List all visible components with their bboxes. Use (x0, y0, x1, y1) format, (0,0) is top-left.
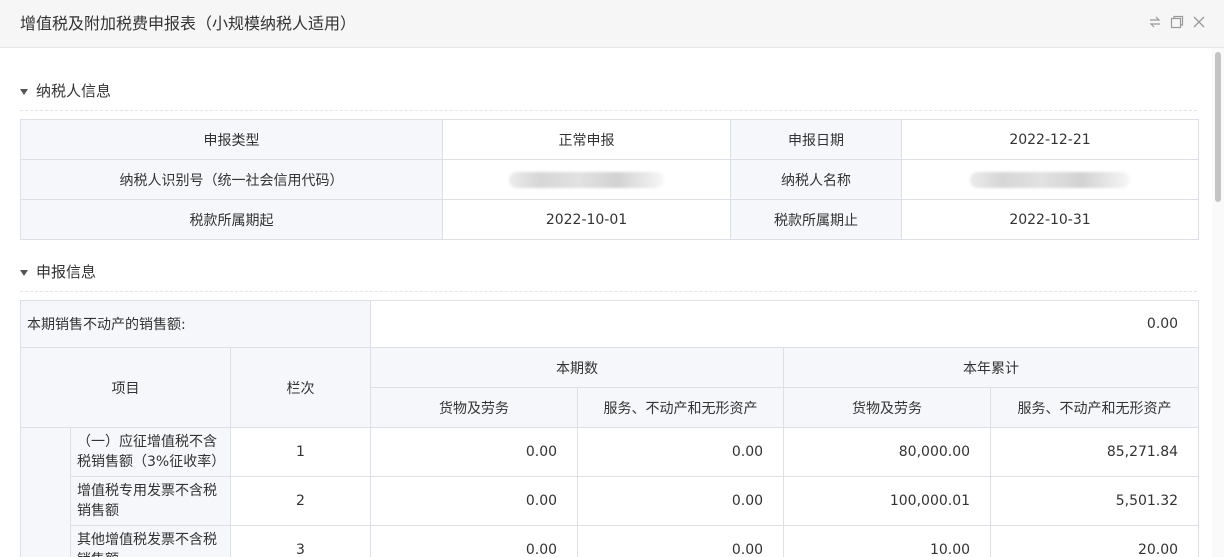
table-header-row: 项目 栏次 本期数 本年累计 (20, 347, 1200, 428)
table-row: 增值税专用发票不含税销售额 2 0.00 0.00 100,000.01 5,5… (21, 476, 1200, 526)
declaration-section-header[interactable]: 申报信息 (20, 262, 1197, 292)
real-estate-sales-label: 本期销售不动产的销售额: (19, 300, 372, 348)
window-title: 增值税及附加税费申报表（小规模纳税人适用） (20, 14, 357, 33)
declaration-date-value: 2022-12-21 (901, 119, 1199, 160)
caret-down-icon (20, 270, 28, 276)
period-end-value: 2022-10-31 (901, 199, 1199, 240)
vertical-scrollbar[interactable] (1212, 48, 1224, 557)
row-no: 3 (229, 525, 372, 557)
caret-down-icon (20, 89, 28, 95)
table-row: 本期销售不动产的销售额: 0.00 (19, 300, 1200, 348)
cur-services-value: 0.00 (577, 476, 785, 526)
maximize-icon[interactable] (1168, 12, 1186, 32)
table-row: 纳税人识别号（统一社会信用代码） 纳税人名称 (20, 159, 1199, 200)
taxpayer-name-value (901, 159, 1199, 200)
period-end-label: 税款所属期止 (730, 199, 902, 240)
year-services-value: 20.00 (990, 525, 1200, 557)
real-estate-sales-value: 0.00 (370, 300, 1200, 348)
table-row: （一）应征增值税不含税销售额（3%征收率） 1 0.00 0.00 80,000… (20, 427, 1200, 557)
taxpayer-section-title: 纳税人信息 (36, 82, 112, 100)
group-cell (20, 427, 71, 557)
declaration-type-value: 正常申报 (442, 119, 731, 160)
row-name: 其他增值税发票不含税销售额 (70, 525, 231, 557)
year-goods-value: 100,000.01 (783, 476, 992, 526)
window-titlebar: 增值税及附加税费申报表（小规模纳税人适用） (0, 0, 1224, 48)
taxpayer-id-label: 纳税人识别号（统一社会信用代码） (20, 159, 443, 200)
cur-goods-value: 0.00 (370, 476, 579, 526)
project-header: 项目 (20, 347, 231, 428)
table-row: 其他增值税发票不含税销售额 3 0.00 0.00 10.00 20.00 (21, 525, 1200, 557)
column-no-header: 栏次 (229, 347, 372, 428)
year-goods-header: 货物及劳务 (783, 387, 992, 428)
period-start-value: 2022-10-01 (442, 199, 731, 240)
taxpayer-section-header[interactable]: 纳税人信息 (20, 81, 1197, 111)
cur-goods-value: 0.00 (370, 525, 579, 557)
declaration-table: 本期销售不动产的销售额: 0.00 项目 栏次 本期数 本年累计 货物及劳务 服… (19, 300, 1200, 557)
year-goods-value: 10.00 (783, 525, 992, 557)
taxpayer-name-label: 纳税人名称 (730, 159, 902, 200)
cur-goods-value: 0.00 (370, 427, 579, 477)
redacted-taxpayer-name (970, 171, 1130, 188)
taxpayer-info-table: 申报类型 正常申报 申报日期 2022-12-21 纳税人识别号（统一社会信用代… (20, 119, 1199, 240)
period-start-label: 税款所属期起 (20, 199, 443, 240)
year-services-header: 服务、不动产和无形资产 (990, 387, 1200, 428)
declaration-date-label: 申报日期 (730, 119, 902, 160)
current-period-header: 本期数 (370, 347, 785, 388)
content-area: 纳税人信息 申报类型 正常申报 申报日期 2022-12-21 纳税人识别号（统… (0, 48, 1212, 557)
declaration-type-label: 申报类型 (20, 119, 443, 160)
year-goods-value: 80,000.00 (783, 427, 992, 477)
year-services-value: 85,271.84 (990, 427, 1200, 477)
year-services-value: 5,501.32 (990, 476, 1200, 526)
restore-icon[interactable] (1146, 12, 1164, 32)
cur-services-value: 0.00 (577, 525, 785, 557)
row-no: 2 (229, 476, 372, 526)
redacted-taxpayer-id (509, 171, 664, 188)
year-total-header: 本年累计 (783, 347, 1200, 388)
window-controls (1146, 12, 1208, 32)
row-name: （一）应征增值税不含税销售额（3%征收率） (70, 427, 231, 477)
table-row: 税款所属期起 2022-10-01 税款所属期止 2022-10-31 (20, 199, 1199, 240)
taxpayer-id-value (442, 159, 731, 200)
close-icon[interactable] (1190, 12, 1208, 32)
scrollbar-thumb[interactable] (1215, 52, 1221, 202)
current-goods-header: 货物及劳务 (370, 387, 579, 428)
row-no: 1 (229, 427, 372, 477)
declaration-section-title: 申报信息 (36, 263, 97, 281)
cur-services-value: 0.00 (577, 427, 785, 477)
table-row: 申报类型 正常申报 申报日期 2022-12-21 (20, 119, 1199, 160)
row-name: 增值税专用发票不含税销售额 (70, 476, 231, 526)
current-services-header: 服务、不动产和无形资产 (577, 387, 785, 428)
